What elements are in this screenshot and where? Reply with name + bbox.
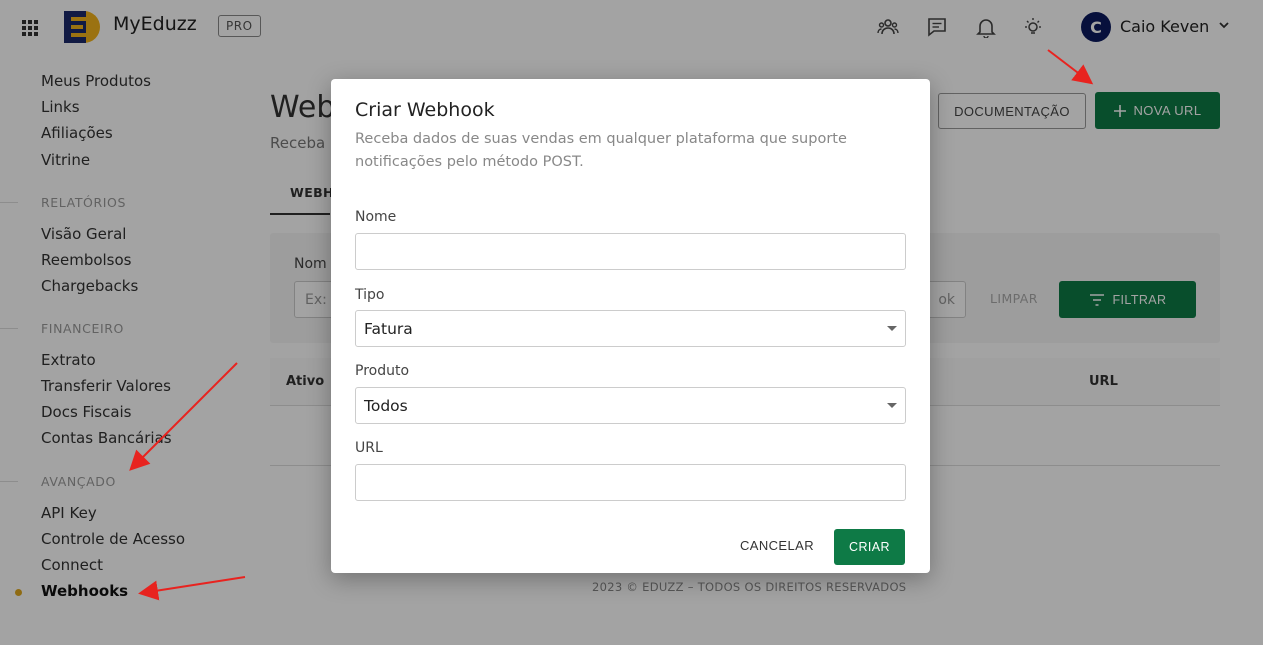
produto-value: Todos <box>364 396 408 415</box>
nome-input[interactable] <box>355 233 906 270</box>
dialog-description: Receba dados de suas vendas em qualquer … <box>355 131 847 170</box>
dialog-title: Criar Webhook <box>355 99 495 121</box>
produto-select[interactable]: Todos <box>355 387 906 424</box>
create-button[interactable]: CRIAR <box>834 529 905 565</box>
dropdown-arrow-icon <box>887 403 897 408</box>
tipo-select[interactable]: Fatura <box>355 310 906 347</box>
dropdown-arrow-icon <box>887 326 897 331</box>
tipo-label: Tipo <box>355 287 385 303</box>
nome-label: Nome <box>355 209 397 225</box>
url-label: URL <box>355 440 383 456</box>
tipo-value: Fatura <box>364 319 413 338</box>
cancel-button[interactable]: CANCELAR <box>740 538 814 553</box>
create-webhook-dialog: Criar Webhook Receba dados de suas venda… <box>331 79 930 573</box>
url-input[interactable] <box>355 464 906 501</box>
produto-label: Produto <box>355 363 410 379</box>
